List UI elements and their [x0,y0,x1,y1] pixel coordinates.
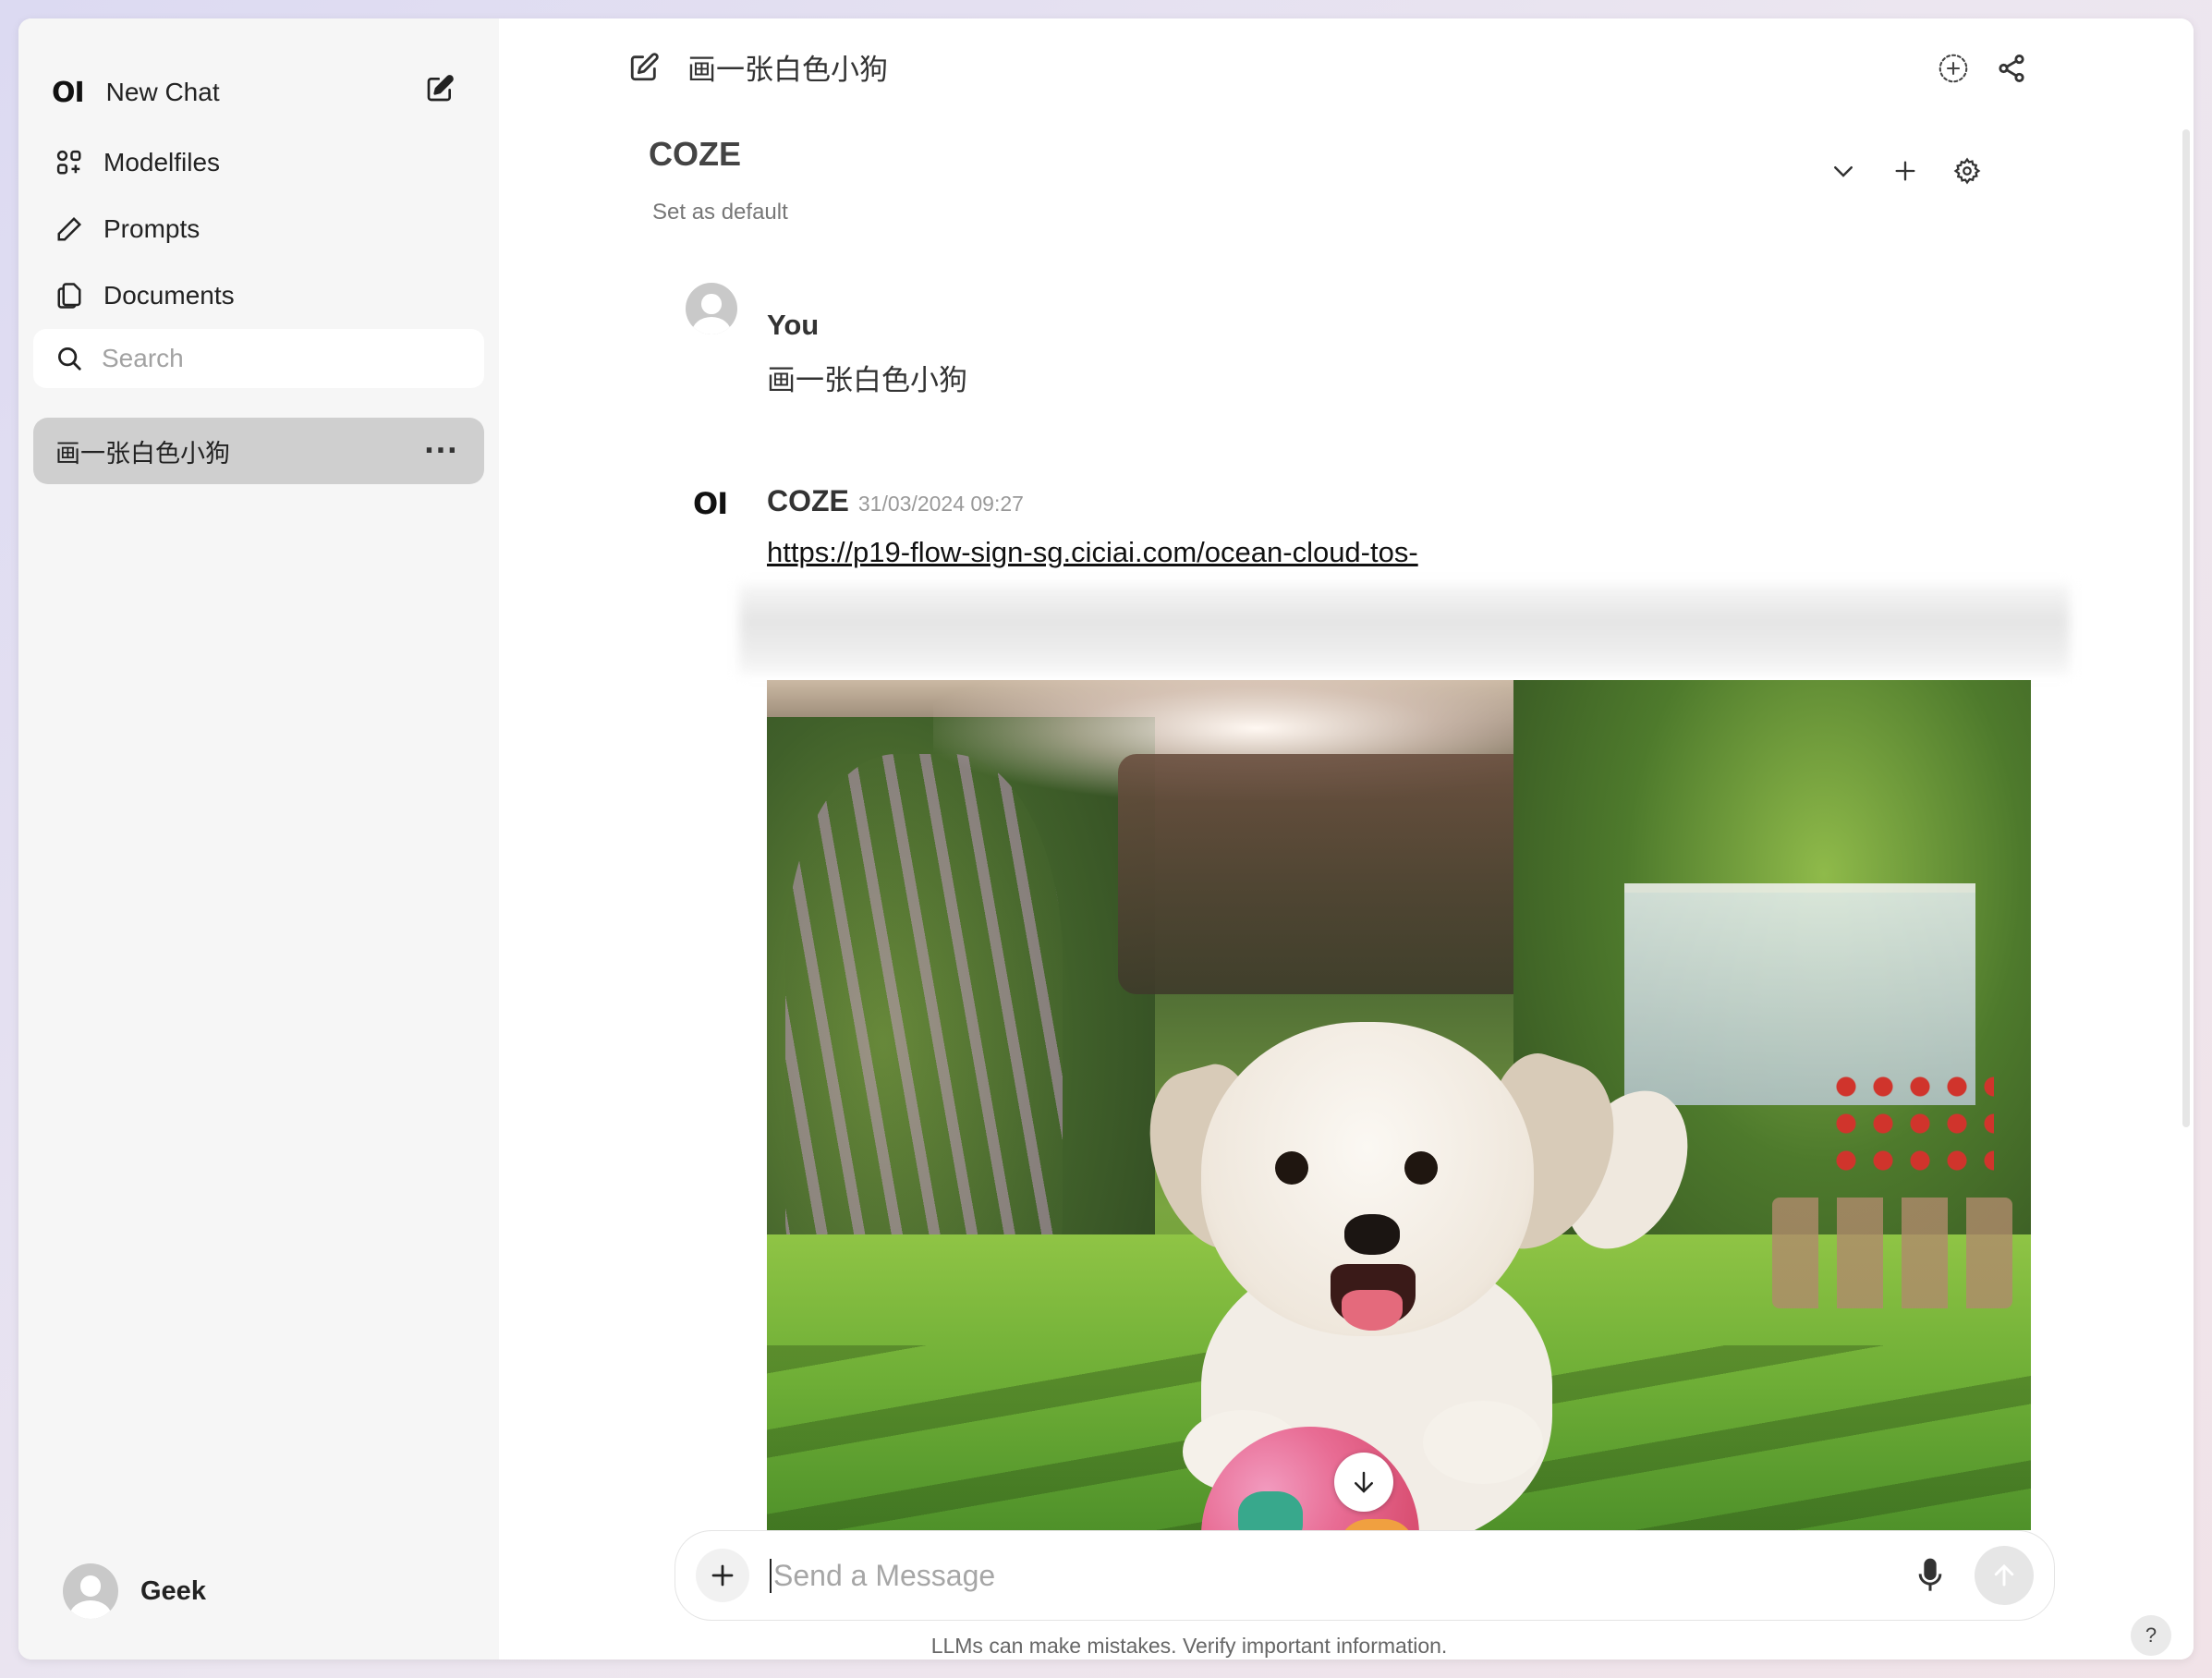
model-selector[interactable]: COZE [649,135,741,174]
documents-icon [57,283,81,309]
search-input[interactable] [102,344,453,373]
sidebar-item-prompts[interactable]: Prompts [55,214,200,244]
new-chat-plus-icon[interactable] [1937,52,1970,85]
microphone-icon [1918,1558,1942,1591]
message-input[interactable] [770,1558,1912,1593]
share-icon[interactable] [1996,53,2027,84]
app-window: OI New Chat Modelfiles Prompts Documents… [18,18,2194,1660]
help-button[interactable]: ? [2131,1615,2171,1656]
avatar [63,1563,118,1619]
message-author: You [767,309,820,341]
chat-title: 画一张白色小狗 [687,54,888,87]
model-tools [1829,157,1981,185]
sidebar-item-label: Modelfiles [103,148,221,176]
generated-dog-image[interactable] [767,680,2031,1530]
send-button[interactable] [1975,1546,2034,1605]
new-chat-row[interactable]: OI New Chat [52,55,220,129]
assistant-logo: OI [693,486,728,521]
message-timestamp: 31/03/2024 09:27 [857,492,1024,516]
disclaimer-text: LLMs can make mistakes. Verify important… [930,1634,1448,1658]
sidebar-item-label: Documents [103,281,235,310]
user-name: Geek [140,1575,206,1606]
app-logo: OI [52,76,85,109]
more-options-icon[interactable]: ... [424,431,458,458]
header-actions [1937,52,2027,85]
sidebar-item-label: Prompts [103,214,201,243]
edit-icon[interactable] [628,52,660,83]
chat-list-item[interactable]: 画一张白色小狗 ... [33,418,484,484]
new-chat-label[interactable]: New Chat [106,78,220,107]
scrollbar[interactable] [2182,129,2190,1127]
search-box[interactable] [33,329,484,388]
blurred-region [739,584,2070,675]
image-link[interactable]: https://p19-flow-sign-sg.ciciai.com/ocea… [767,536,1418,569]
set-as-default-link[interactable]: Set as default [652,200,788,225]
message-author: COZE [767,484,849,517]
arrow-up-icon [1994,1563,2014,1587]
message-text: 画一张白色小狗 [767,364,967,397]
edit-icon[interactable] [425,74,455,103]
voice-input-button[interactable] [1912,1553,1949,1598]
message-composer [675,1530,2055,1621]
chat-header: 画一张白色小狗 [628,46,888,88]
user-avatar [686,283,737,334]
chat-title: 画一张白色小狗 [55,439,230,468]
scroll-to-bottom-button[interactable] [1334,1453,1393,1512]
add-model-icon[interactable] [1892,158,1918,184]
attach-button[interactable] [696,1549,749,1602]
arrow-down-icon [1355,1471,1373,1493]
assistant-header: COZE 31/03/2024 09:27 [767,484,1024,518]
sidebar-item-modelfiles[interactable]: Modelfiles [55,148,220,177]
pencil-icon [57,216,82,241]
sidebar: OI New Chat Modelfiles Prompts Documents… [18,18,499,1660]
search-icon [58,347,81,371]
user-menu[interactable]: Geek [63,1563,206,1619]
chat-main: 画一张白色小狗 COZE Set as default You 画一张白色小狗 … [499,18,2194,1660]
gear-icon[interactable] [1953,157,1981,185]
modelfiles-icon [56,150,81,175]
plus-icon [711,1564,734,1587]
new-chat-button[interactable] [425,74,455,103]
chevron-down-icon[interactable] [1829,157,1857,185]
sidebar-item-documents[interactable]: Documents [55,281,235,310]
